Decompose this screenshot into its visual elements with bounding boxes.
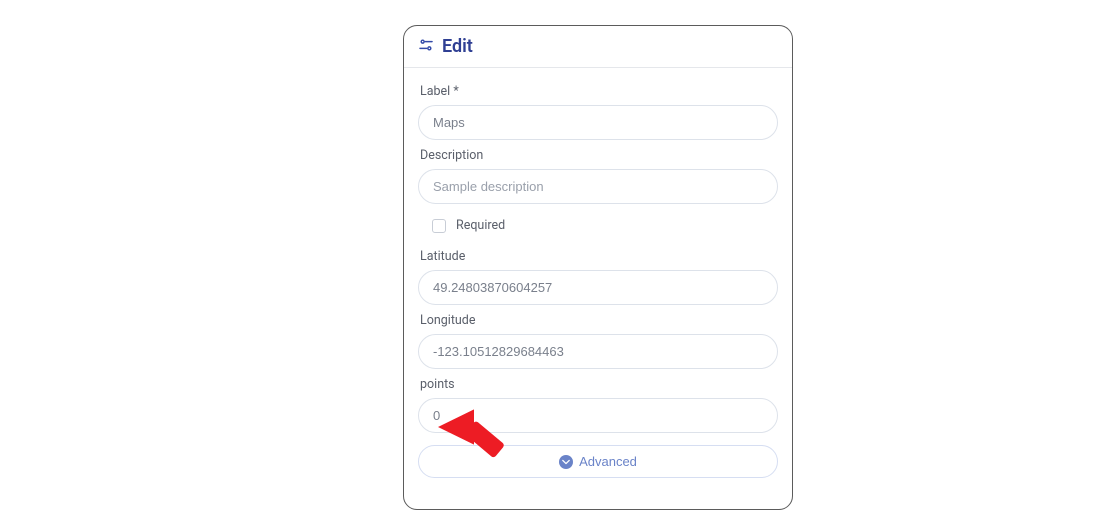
- panel-title: Edit: [442, 36, 473, 57]
- panel-body: Label * Description Required Latitude Lo…: [404, 68, 792, 492]
- points-field: points: [418, 377, 778, 433]
- required-row: Required: [418, 212, 778, 243]
- panel-header: Edit: [404, 26, 792, 68]
- chevron-down-circle-icon: [559, 455, 573, 469]
- description-input[interactable]: [418, 169, 778, 204]
- longitude-field: Longitude: [418, 313, 778, 369]
- advanced-button[interactable]: Advanced: [418, 445, 778, 478]
- label-field: Label *: [418, 84, 778, 140]
- longitude-input[interactable]: [418, 334, 778, 369]
- description-field-label: Description: [420, 148, 776, 163]
- advanced-button-label: Advanced: [579, 454, 637, 469]
- latitude-input[interactable]: [418, 270, 778, 305]
- description-field: Description: [418, 148, 778, 204]
- required-checkbox[interactable]: [432, 219, 446, 233]
- points-input[interactable]: [418, 398, 778, 433]
- edit-panel: Edit Label * Description Required Latitu…: [403, 25, 793, 510]
- latitude-field-label: Latitude: [420, 249, 776, 264]
- label-input[interactable]: [418, 105, 778, 140]
- required-label: Required: [456, 218, 505, 233]
- label-field-label: Label *: [420, 84, 776, 99]
- longitude-field-label: Longitude: [420, 313, 776, 328]
- sliders-icon: [418, 37, 434, 57]
- points-field-label: points: [420, 377, 776, 392]
- latitude-field: Latitude: [418, 249, 778, 305]
